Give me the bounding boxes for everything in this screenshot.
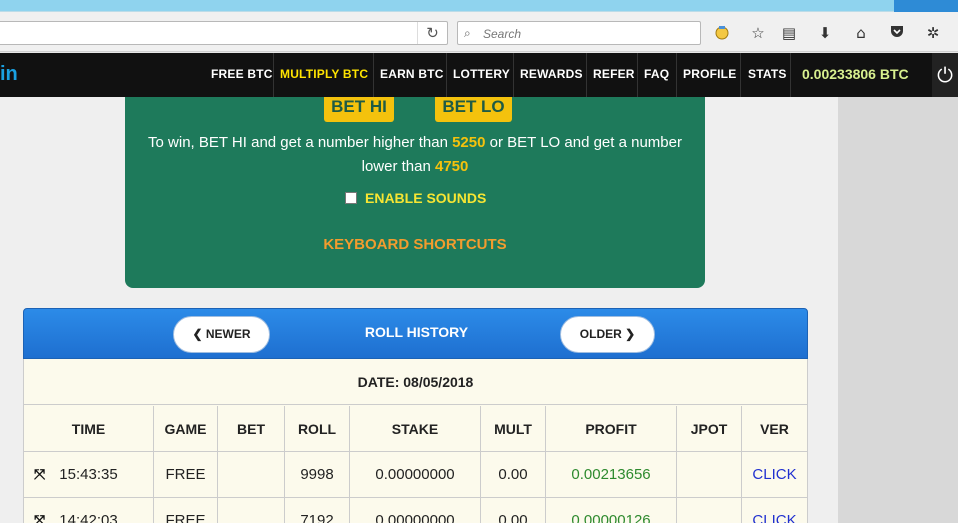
- cell-game: FREE: [154, 498, 218, 523]
- browser-toolbar: ↻ ⌕ Search ☆ ▤ ⬇ ⌂ ✲: [0, 12, 958, 52]
- search-input[interactable]: ⌕ Search: [457, 21, 701, 45]
- nav-refer[interactable]: REFER: [593, 67, 635, 81]
- roll-history-header: ❮ NEWER ROLL HISTORY OLDER ❯: [23, 308, 808, 359]
- cell-stake: 0.00000000: [350, 498, 481, 523]
- home-icon[interactable]: ⌂: [851, 23, 871, 43]
- col-header-bet: BET: [218, 406, 285, 452]
- col-header-time: TIME: [24, 406, 154, 452]
- expand-row-icon[interactable]: ⤧: [34, 498, 45, 523]
- multiply-game-panel: BET HI BET LO To win, BET HI and get a n…: [125, 97, 705, 288]
- chevron-right-icon: ❯: [625, 327, 636, 341]
- nav-free-btc[interactable]: FREE BTC: [211, 67, 273, 81]
- pocket-icon[interactable]: [887, 23, 907, 43]
- power-logout-icon[interactable]: ⏻: [932, 53, 958, 97]
- nav-divider: [446, 53, 447, 97]
- table-row: ⤧ 15:43:35: [24, 452, 154, 498]
- nav-divider: [740, 53, 741, 97]
- search-placeholder: Search: [483, 27, 522, 41]
- nav-divider: [790, 53, 791, 97]
- bet-lo-button[interactable]: BET LO: [435, 97, 512, 122]
- expand-row-icon[interactable]: ⤧: [34, 452, 45, 498]
- col-header-mult: MULT: [481, 406, 546, 452]
- history-date: DATE: 08/05/2018: [24, 359, 807, 405]
- cell-mult: 0.00: [481, 498, 546, 523]
- url-bar[interactable]: ↻: [0, 21, 448, 45]
- win-text-part: lower than: [361, 158, 435, 175]
- cell-roll: 9998: [285, 452, 350, 498]
- enable-sounds-checkbox[interactable]: [345, 192, 357, 204]
- nav-divider: [273, 53, 274, 97]
- cell-profit: 0.00000126: [546, 498, 677, 523]
- col-header-profit: PROFIT: [546, 406, 677, 452]
- nav-rewards[interactable]: REWARDS: [520, 67, 583, 81]
- lo-target-number: 4750: [435, 158, 469, 175]
- cell-jpot: [677, 452, 742, 498]
- enable-sounds-label[interactable]: ENABLE SOUNDS: [365, 190, 486, 206]
- cell-mult: 0.00: [481, 452, 546, 498]
- cell-profit: 0.00213656: [546, 452, 677, 498]
- site-navbar: in FREE BTC MULTIPLY BTC EARN BTC LOTTER…: [0, 53, 958, 97]
- verify-link[interactable]: CLICK: [742, 452, 807, 498]
- col-header-ver: VER: [742, 406, 807, 452]
- nav-divider: [513, 53, 514, 97]
- hi-target-number: 5250: [452, 134, 486, 151]
- settings-extension-icon[interactable]: ✲: [923, 23, 943, 43]
- window-close-button[interactable]: [894, 0, 958, 12]
- bet-hi-button[interactable]: BET HI: [324, 97, 394, 122]
- cell-stake: 0.00000000: [350, 452, 481, 498]
- older-label: OLDER: [579, 327, 622, 341]
- col-header-roll: ROLL: [285, 406, 350, 452]
- nav-faq[interactable]: FAQ: [644, 67, 669, 81]
- nav-stats[interactable]: STATS: [748, 67, 787, 81]
- nav-earn-btc[interactable]: EARN BTC: [380, 67, 444, 81]
- cell-jpot: [677, 498, 742, 523]
- site-logo[interactable]: in: [0, 63, 18, 86]
- page-right-margin: [838, 97, 958, 523]
- roll-history-title: ROLL HISTORY: [364, 324, 469, 340]
- cell-roll: 7192: [285, 498, 350, 523]
- btc-balance: 0.00233806 BTC: [802, 66, 909, 82]
- cell-game: FREE: [154, 452, 218, 498]
- search-icon: ⌕: [464, 26, 471, 40]
- cell-bet: [218, 452, 285, 498]
- bookmark-star-icon[interactable]: ☆: [748, 23, 768, 43]
- window-title-strip: [0, 0, 958, 12]
- col-header-jpot: JPOT: [677, 406, 742, 452]
- cell-time: 15:43:35: [59, 466, 118, 483]
- download-icon[interactable]: ⬇: [815, 23, 835, 43]
- cell-bet: [218, 498, 285, 523]
- keyboard-shortcuts-link[interactable]: KEYBOARD SHORTCUTS: [125, 236, 705, 253]
- nav-profile[interactable]: PROFILE: [683, 67, 736, 81]
- reader-list-icon[interactable]: ▤: [779, 23, 799, 43]
- cell-time: 14:42:03: [59, 512, 118, 523]
- win-text-part: or BET LO and get a number: [485, 134, 682, 151]
- nav-lottery[interactable]: LOTTERY: [453, 67, 510, 81]
- roll-history-table: DATE: 08/05/2018 TIME GAME BET ROLL STAK…: [23, 359, 808, 523]
- nav-divider: [637, 53, 638, 97]
- nav-multiply-btc[interactable]: MULTIPLY BTC: [280, 67, 368, 81]
- older-button[interactable]: OLDER ❯: [560, 316, 655, 353]
- table-row: ⤧ 14:42:03: [24, 498, 154, 523]
- win-text-part: To win, BET HI and get a number higher t…: [148, 134, 453, 151]
- col-header-stake: STAKE: [350, 406, 481, 452]
- reload-icon[interactable]: ↻: [417, 22, 447, 44]
- enable-sounds-option[interactable]: ENABLE SOUNDS: [345, 190, 486, 206]
- nav-divider: [676, 53, 677, 97]
- nav-divider: [373, 53, 374, 97]
- verify-link[interactable]: CLICK: [742, 498, 807, 523]
- extension-icon[interactable]: [712, 23, 732, 43]
- col-header-game: GAME: [154, 406, 218, 452]
- win-instructions: To win, BET HI and get a number higher t…: [125, 131, 705, 179]
- nav-divider: [586, 53, 587, 97]
